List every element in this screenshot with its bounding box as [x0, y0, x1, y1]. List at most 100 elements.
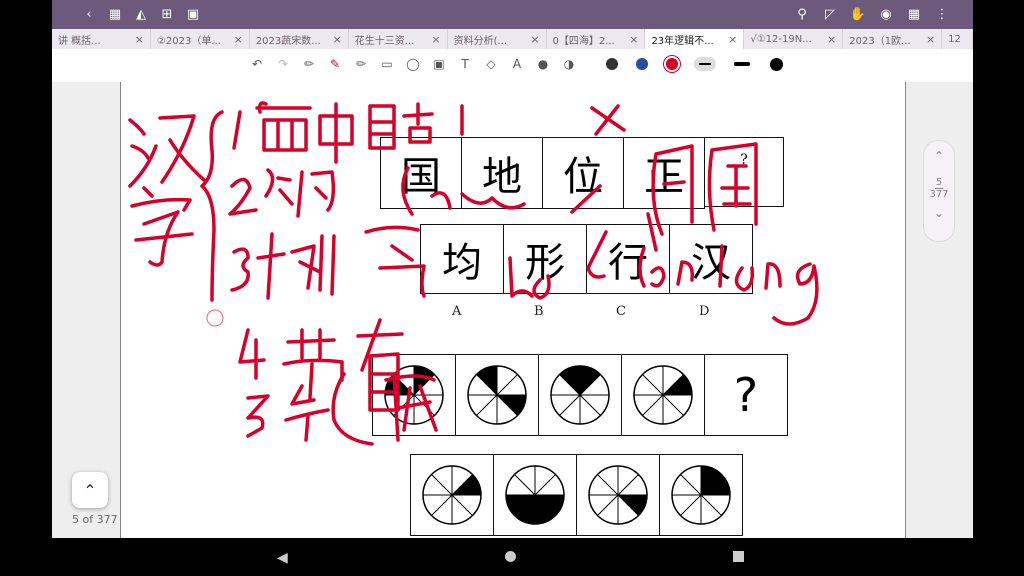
tab-5[interactable]: 0【四海】2... × — [547, 29, 646, 49]
hand-icon[interactable]: ✋ — [849, 6, 867, 24]
close-icon[interactable]: × — [431, 33, 440, 46]
search-icon[interactable]: ⚲ — [793, 6, 811, 24]
tab-label: 12 — [948, 33, 961, 45]
undo-icon[interactable]: ↶ — [248, 55, 266, 73]
option-d-cell: 汉 — [669, 224, 753, 294]
back-triangle-icon[interactable]: ◀ — [277, 550, 288, 566]
crop-icon[interactable]: ▣ — [184, 6, 202, 24]
back-arrow-icon[interactable]: ‹ — [80, 6, 98, 24]
char-cell: 国 — [380, 137, 462, 209]
highlighter-icon[interactable]: ✏ — [352, 55, 370, 73]
redo-icon[interactable]: ↷ — [274, 55, 292, 73]
char-cell: 地 — [461, 137, 543, 209]
text-icon[interactable]: T — [456, 55, 474, 73]
tab-2[interactable]: 2023蔬宋数... × — [250, 29, 349, 49]
tab-label: 0【四海】2... — [552, 35, 615, 47]
page-scroll-indicator[interactable]: ⌃ 5 377 ⌄ — [923, 140, 955, 242]
tab-3[interactable]: 花生十三资... × — [349, 29, 448, 49]
shape-icon[interactable]: ◇ — [482, 55, 500, 73]
color-red-swatch[interactable] — [666, 58, 678, 70]
tab-label: 2023（1欧... — [849, 35, 911, 47]
top-toolbar: ‹ ▦ ◭ ⊞ ▣ ⚲ ◸ ✋ ◉ ▦ ⋮ — [52, 0, 973, 29]
chevron-down-icon[interactable]: ⌄ — [924, 206, 954, 220]
document-page[interactable]: 国 地 位 正 ? 均 形 行 汉 A B C D ? — [120, 82, 906, 538]
chevron-up-icon[interactable]: ⌃ — [924, 149, 954, 163]
close-icon[interactable]: × — [728, 33, 737, 46]
eye-icon[interactable]: ◉ — [877, 6, 895, 24]
stroke-medium-button[interactable] — [734, 62, 750, 66]
option-label-d: D — [699, 304, 710, 319]
wheel-option-b — [493, 454, 577, 536]
lasso-icon[interactable]: ◯ — [404, 55, 422, 73]
tab-label: √①12-19N... — [750, 33, 812, 45]
mic-icon[interactable]: ● — [534, 55, 552, 73]
close-icon[interactable]: × — [135, 33, 144, 46]
option-label-a: A — [452, 304, 462, 319]
system-navigation-bar: ◀ — [0, 538, 1024, 576]
notes-app: ‹ ▦ ◭ ⊞ ▣ ⚲ ◸ ✋ ◉ ▦ ⋮ 讲 概括... × ②2023（单..… — [52, 0, 973, 538]
close-icon[interactable]: × — [234, 33, 243, 46]
char-options-row: 均 形 行 汉 — [420, 224, 753, 294]
option-label-c: C — [616, 304, 626, 319]
tab-8[interactable]: 2023（1欧... × — [843, 29, 943, 49]
wheel-cell-1 — [372, 354, 456, 436]
eraser-icon[interactable]: ▭ — [378, 55, 396, 73]
wheel-cell-3 — [538, 354, 622, 436]
color-blue-swatch[interactable] — [636, 58, 648, 70]
tab-label: 讲 概括... — [58, 35, 101, 47]
color-black-swatch[interactable] — [606, 58, 618, 70]
close-icon[interactable]: × — [530, 33, 539, 46]
close-icon[interactable]: × — [333, 33, 342, 46]
home-circle-icon[interactable] — [505, 551, 516, 562]
question-mark-cell: ? — [704, 354, 788, 436]
wheel-cell-4 — [621, 354, 705, 436]
tab-4[interactable]: 资料分析(... × — [448, 29, 547, 49]
option-c-cell: 行 — [586, 224, 670, 294]
chevron-up-icon: ⌃ — [83, 480, 97, 500]
tab-label: 23年逻辑不... — [651, 35, 714, 47]
tab-label: 花生十三资... — [354, 35, 415, 47]
char-sequence-row: 国 地 位 正 ? — [380, 137, 784, 209]
char-cell: 位 — [542, 137, 624, 209]
close-icon[interactable]: × — [827, 33, 836, 46]
total-pages-number: 377 — [929, 189, 949, 200]
wheel-options-row — [410, 454, 743, 536]
pen-icon[interactable]: ✏ — [300, 55, 318, 73]
book-icon[interactable]: ▦ — [905, 6, 923, 24]
char-cell: 正 — [623, 137, 705, 209]
more-icon[interactable]: ⋮ — [933, 6, 951, 24]
tab-6-active[interactable]: 23年逻辑不... × — [645, 29, 745, 49]
option-a-cell: 均 — [420, 224, 504, 294]
close-icon[interactable]: × — [926, 33, 935, 46]
drawing-toolbar: ↶ ↷ ✏ ✎ ✏ ▭ ◯ ▣ T ◇ A ● ◑ — [52, 49, 973, 83]
wheel-cell-2 — [455, 354, 539, 436]
sticker-icon[interactable]: ◑ — [560, 55, 578, 73]
option-b-cell: 形 — [503, 224, 587, 294]
image-icon[interactable]: ▣ — [430, 55, 448, 73]
stroke-thin-button[interactable] — [694, 57, 716, 71]
tab-9[interactable]: 12 — [942, 29, 973, 49]
question-cell: ? — [704, 137, 784, 207]
page-of-label: 5 of 377 — [72, 513, 118, 526]
grid-icon[interactable]: ▦ — [106, 6, 124, 24]
stroke-thick-button[interactable] — [770, 57, 783, 71]
wheel-option-a — [410, 454, 494, 536]
scroll-to-top-button[interactable]: ⌃ — [72, 472, 108, 508]
tab-label: ②2023（单... — [156, 35, 221, 47]
current-page-number: 5 — [935, 177, 943, 188]
tab-7[interactable]: √①12-19N... × — [744, 29, 844, 49]
ocr-icon[interactable]: A — [508, 55, 526, 73]
tab-label: 资料分析(... — [453, 35, 508, 47]
shirt-icon[interactable]: ◸ — [821, 6, 839, 24]
tab-1[interactable]: ②2023（单... × — [151, 29, 250, 49]
close-icon[interactable]: × — [629, 33, 638, 46]
option-label-b: B — [534, 304, 544, 319]
bookmark-icon[interactable]: ◭ — [132, 6, 150, 24]
recents-square-icon[interactable] — [733, 551, 744, 562]
red-pen-icon[interactable]: ✎ — [326, 55, 344, 73]
wheel-option-c — [576, 454, 660, 536]
tab-0[interactable]: 讲 概括... × — [52, 29, 151, 49]
wheel-sequence-row: ? — [372, 354, 788, 436]
add-page-icon[interactable]: ⊞ — [158, 6, 176, 24]
document-tabs: 讲 概括... × ②2023（单... × 2023蔬宋数... × 花生十三资..… — [52, 29, 973, 49]
